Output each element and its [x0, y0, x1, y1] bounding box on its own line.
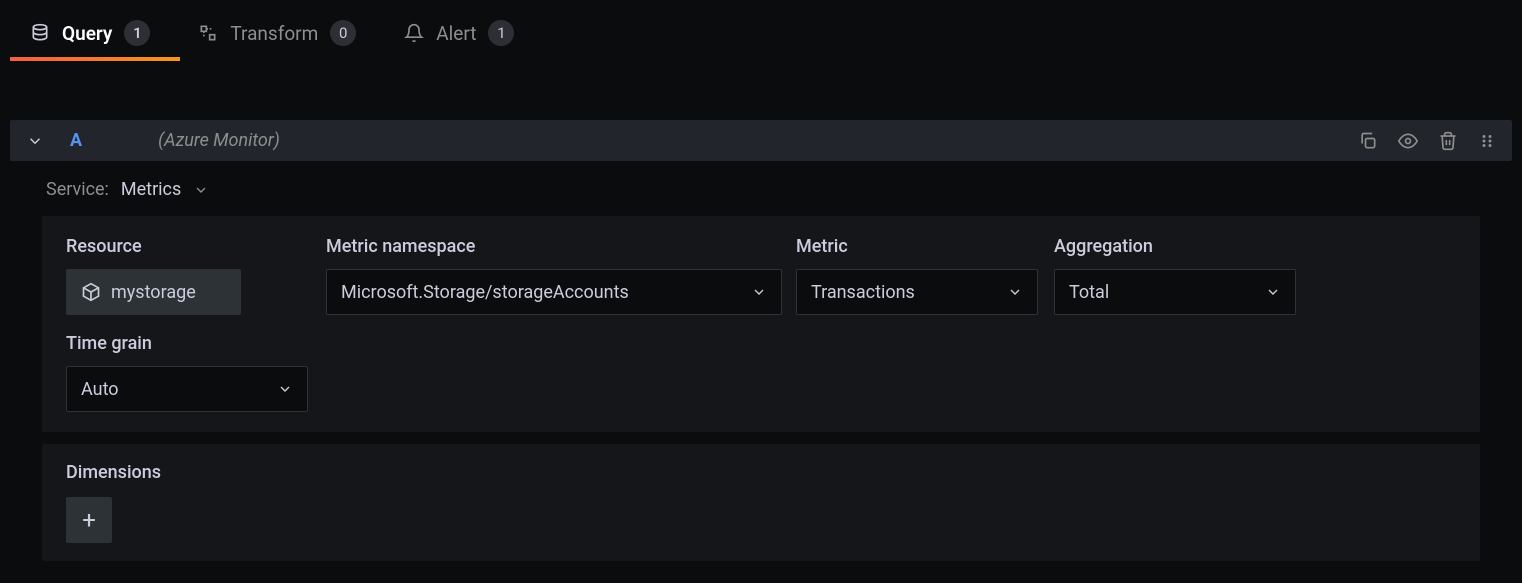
chevron-down-icon — [1265, 284, 1281, 300]
plus-icon: + — [82, 506, 96, 534]
chevron-down-icon — [751, 284, 767, 300]
add-dimension-button[interactable]: + — [66, 497, 112, 543]
resource-picker[interactable]: mystorage — [66, 269, 241, 315]
tab-query[interactable]: Query 1 — [30, 10, 150, 60]
tabs-bar: Query 1 Transform 0 Alert 1 — [0, 0, 1522, 60]
tab-count-badge: 1 — [124, 20, 150, 46]
tab-count-badge: 0 — [330, 20, 356, 46]
aggregation-label: Aggregation — [1054, 236, 1298, 257]
chevron-down-icon — [1007, 284, 1023, 300]
drag-handle-icon[interactable] — [1478, 132, 1496, 150]
tab-transform[interactable]: Transform 0 — [198, 10, 356, 60]
metric-label: Metric — [796, 236, 1054, 257]
transform-icon — [198, 23, 218, 43]
metric-fields-panel: Resource mystorage Metric namespace Micr… — [42, 216, 1480, 432]
service-label: Service: — [46, 179, 109, 200]
copy-icon[interactable] — [1358, 131, 1378, 151]
metric-select[interactable]: Transactions — [796, 269, 1038, 315]
timegrain-label: Time grain — [66, 333, 1456, 354]
resource-label: Resource — [66, 236, 326, 257]
query-header: A (Azure Monitor) — [10, 120, 1512, 161]
tab-label: Alert — [436, 22, 476, 45]
database-icon — [30, 23, 50, 43]
aggregation-select[interactable]: Total — [1054, 269, 1296, 315]
namespace-select[interactable]: Microsoft.Storage/storageAccounts — [326, 269, 782, 315]
chevron-down-icon[interactable] — [193, 182, 209, 198]
dimensions-label: Dimensions — [66, 462, 1456, 483]
eye-icon[interactable] — [1398, 131, 1418, 151]
namespace-value: Microsoft.Storage/storageAccounts — [341, 282, 629, 303]
query-actions — [1358, 131, 1496, 151]
cube-icon — [81, 282, 101, 302]
service-selector-row: Service: Metrics — [10, 161, 1512, 216]
dimensions-panel: Dimensions + — [42, 444, 1480, 561]
tab-label: Query — [62, 22, 112, 45]
service-value[interactable]: Metrics — [121, 179, 181, 200]
namespace-label: Metric namespace — [326, 236, 796, 257]
bell-icon — [404, 23, 424, 43]
aggregation-value: Total — [1069, 282, 1109, 303]
chevron-down-icon — [277, 381, 293, 397]
trash-icon[interactable] — [1438, 131, 1458, 151]
timegrain-select[interactable]: Auto — [66, 366, 308, 412]
resource-value: mystorage — [111, 282, 196, 303]
tab-label: Transform — [230, 22, 318, 45]
metric-value: Transactions — [811, 282, 915, 303]
timegrain-value: Auto — [81, 379, 119, 400]
chevron-down-icon[interactable] — [26, 132, 44, 150]
tab-alert[interactable]: Alert 1 — [404, 10, 514, 60]
query-ref-id[interactable]: A — [62, 130, 90, 151]
query-datasource-name: (Azure Monitor) — [108, 130, 1340, 151]
tab-count-badge: 1 — [488, 20, 514, 46]
